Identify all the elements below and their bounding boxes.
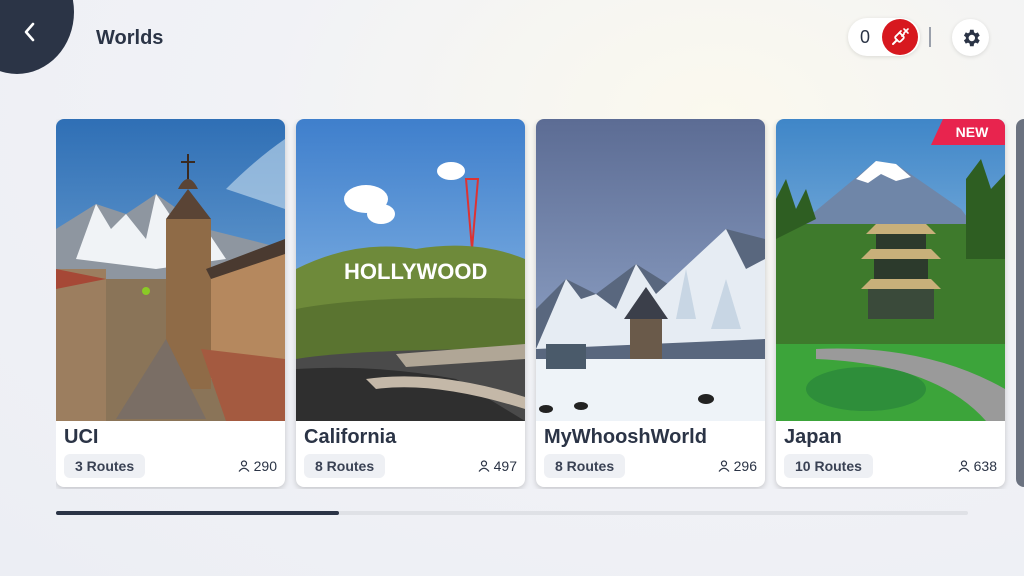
unplug-button[interactable] xyxy=(882,19,918,55)
world-name: MyWhooshWorld xyxy=(544,426,707,448)
riders-value: 290 xyxy=(253,458,277,474)
world-card-mywhooshworld[interactable]: MyWhooshWorld 8 Routes 296 xyxy=(536,119,765,487)
world-card-japan[interactable]: NEW Japan 10 Routes 638 xyxy=(776,119,1005,487)
routes-count: 10 Routes xyxy=(784,454,873,478)
world-name: California xyxy=(304,426,397,448)
world-card-california[interactable]: HOLLYWOOD California 8 Routes 497 xyxy=(296,119,525,487)
counter-value: 0 xyxy=(859,26,870,47)
page-title: Worlds xyxy=(96,27,164,49)
back-button[interactable] xyxy=(0,0,74,74)
riders-count: 296 xyxy=(718,458,757,474)
routes-count: 8 Routes xyxy=(304,454,386,478)
routes-count: 8 Routes xyxy=(544,454,626,478)
settings-button[interactable] xyxy=(952,19,989,56)
routes-count: 3 Routes xyxy=(64,454,146,478)
world-image-japan xyxy=(776,119,1005,421)
worlds-carousel[interactable]: UCI 3 Routes 290 HOLLYWOOD California 8 … xyxy=(56,119,1024,489)
world-image-uci xyxy=(56,119,285,421)
riders-count: 638 xyxy=(958,458,997,474)
riders-value: 497 xyxy=(493,458,517,474)
chevron-left-icon xyxy=(24,22,35,42)
person-icon xyxy=(478,460,490,472)
world-name: UCI xyxy=(64,426,99,448)
world-image-california: HOLLYWOOD xyxy=(296,119,525,421)
hollywood-sign: HOLLYWOOD xyxy=(344,259,487,284)
world-image-mywhooshworld xyxy=(536,119,765,421)
unplug-icon xyxy=(892,28,909,45)
header-divider xyxy=(929,27,931,47)
next-card-peek[interactable] xyxy=(1016,119,1024,487)
person-icon xyxy=(718,460,730,472)
new-badge: NEW xyxy=(931,119,1005,145)
world-card-uci[interactable]: UCI 3 Routes 290 xyxy=(56,119,285,487)
connection-counter: 0 xyxy=(848,18,920,56)
riders-value: 296 xyxy=(733,458,757,474)
riders-count: 497 xyxy=(478,458,517,474)
person-icon xyxy=(958,460,970,472)
scrollbar-thumb[interactable] xyxy=(56,511,339,515)
gear-icon xyxy=(963,29,980,46)
world-name: Japan xyxy=(784,426,842,448)
carousel-scrollbar[interactable] xyxy=(56,511,968,515)
riders-value: 638 xyxy=(973,458,997,474)
riders-count: 290 xyxy=(238,458,277,474)
person-icon xyxy=(238,460,250,472)
